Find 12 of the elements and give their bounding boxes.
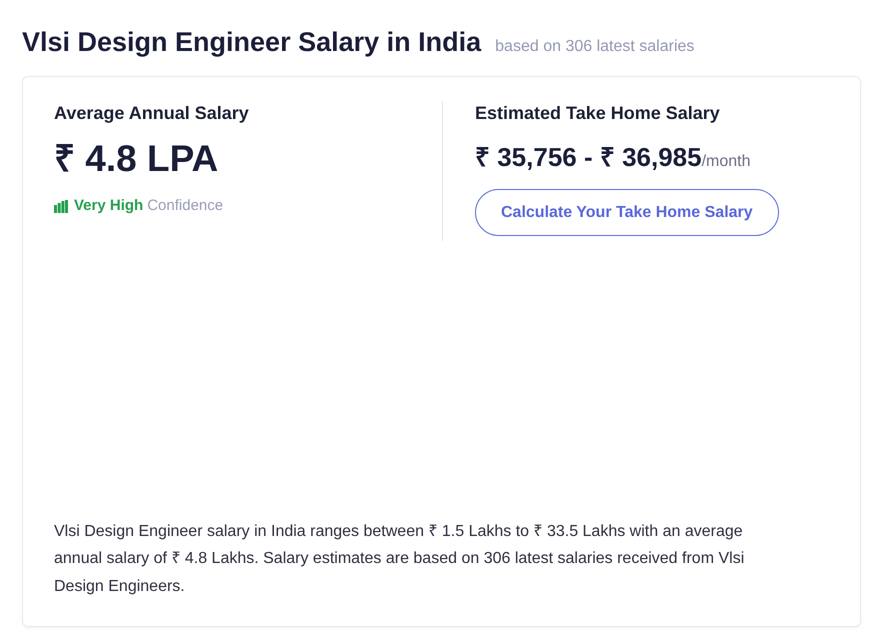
confidence-label: Confidence	[147, 196, 224, 216]
average-salary-label: Average Annual Salary	[54, 102, 249, 125]
average-salary-value: ₹ 4.8 LPA	[54, 137, 218, 181]
salary-count-subtitle: based on 306 latest salaries	[495, 37, 694, 57]
bar-chart-icon	[54, 200, 68, 213]
calculate-take-home-button[interactable]: Calculate Your Take Home Salary	[475, 189, 779, 236]
salary-summary-paragraph: Vlsi Design Engineer salary in India ranges between ₹ 1.5 Lakhs to ₹ 33.5 Lakhs with an average annual salary of ₹ 4.8 Lakhs. Salary estimates are based on 306 latest salaries received from Vlsi Design Engineers.	[54, 522, 746, 596]
per-month-unit: /month	[702, 152, 751, 172]
page-title: Vlsi Design Engineer Salary in India	[22, 26, 482, 59]
take-home-label: Estimated Take Home Salary	[475, 102, 720, 125]
take-home-range: ₹ 35,756 - ₹ 36,985	[475, 141, 702, 173]
confidence-rating: Very High	[74, 196, 144, 216]
